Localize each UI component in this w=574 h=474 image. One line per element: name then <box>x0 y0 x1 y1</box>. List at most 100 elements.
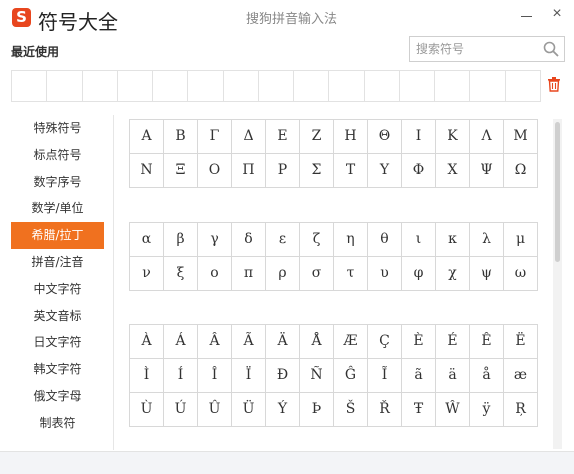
symbol-cell[interactable]: τ <box>334 257 368 291</box>
symbol-cell[interactable]: Π <box>232 154 266 188</box>
symbol-cell[interactable]: Δ <box>232 120 266 154</box>
recent-symbol-slot[interactable] <box>188 71 224 101</box>
symbol-cell[interactable]: Ψ <box>470 154 504 188</box>
symbol-cell[interactable]: Ĩ <box>368 359 402 393</box>
symbol-cell[interactable]: Î <box>198 359 232 393</box>
recent-symbol-slot[interactable] <box>294 71 330 101</box>
symbol-cell[interactable]: æ <box>504 359 538 393</box>
symbol-cell[interactable]: χ <box>436 257 470 291</box>
symbol-cell[interactable]: Ì <box>130 359 164 393</box>
recent-symbol-slot[interactable] <box>329 71 365 101</box>
recent-symbol-slot[interactable] <box>400 71 436 101</box>
recent-symbol-slot[interactable] <box>506 71 540 101</box>
symbol-cell[interactable]: ρ <box>266 257 300 291</box>
search-input[interactable] <box>410 37 535 61</box>
symbol-cell[interactable]: Ç <box>368 325 402 359</box>
symbol-cell[interactable]: Ξ <box>164 154 198 188</box>
sidebar-item-0[interactable]: 特殊符号 <box>11 115 104 142</box>
symbol-cell[interactable]: λ <box>470 223 504 257</box>
symbol-cell[interactable]: φ <box>402 257 436 291</box>
sidebar-item-10[interactable]: 俄文字母 <box>11 383 104 410</box>
symbol-cell[interactable]: Í <box>164 359 198 393</box>
symbol-cell[interactable]: Γ <box>198 120 232 154</box>
symbol-cell[interactable]: η <box>334 223 368 257</box>
symbol-cell[interactable]: Ñ <box>300 359 334 393</box>
symbol-cell[interactable]: Χ <box>436 154 470 188</box>
symbol-cell[interactable]: É <box>436 325 470 359</box>
sidebar-item-2[interactable]: 数字序号 <box>11 169 104 196</box>
symbol-cell[interactable]: Υ <box>368 154 402 188</box>
symbol-cell[interactable]: Ê <box>470 325 504 359</box>
symbol-cell[interactable]: Θ <box>368 120 402 154</box>
sidebar-item-8[interactable]: 日文字符 <box>11 329 104 356</box>
symbol-cell[interactable]: Ο <box>198 154 232 188</box>
symbol-cell[interactable]: Ř <box>368 393 402 427</box>
symbol-cell[interactable]: ε <box>266 223 300 257</box>
recent-symbol-slot[interactable] <box>435 71 471 101</box>
recent-symbol-slot[interactable] <box>470 71 506 101</box>
symbol-cell[interactable]: ä <box>436 359 470 393</box>
symbol-cell[interactable]: δ <box>232 223 266 257</box>
symbol-cell[interactable]: ν <box>130 257 164 291</box>
symbol-cell[interactable]: ζ <box>300 223 334 257</box>
symbol-cell[interactable]: Β <box>164 120 198 154</box>
sidebar-item-9[interactable]: 韩文字符 <box>11 356 104 383</box>
symbol-cell[interactable]: Η <box>334 120 368 154</box>
minimize-button[interactable] <box>518 6 536 24</box>
recent-symbol-slot[interactable] <box>224 71 259 101</box>
recent-symbol-slot[interactable] <box>118 71 154 101</box>
symbol-cell[interactable]: Λ <box>470 120 504 154</box>
recent-symbol-slot[interactable] <box>153 71 189 101</box>
symbol-cell[interactable]: Σ <box>300 154 334 188</box>
symbol-cell[interactable]: κ <box>436 223 470 257</box>
symbol-cell[interactable]: Τ <box>334 154 368 188</box>
symbol-cell[interactable]: Û <box>198 393 232 427</box>
close-button[interactable]: × <box>548 5 566 23</box>
symbol-cell[interactable]: È <box>402 325 436 359</box>
symbol-cell[interactable]: Â <box>198 325 232 359</box>
symbol-cell[interactable]: β <box>164 223 198 257</box>
symbol-cell[interactable]: Ü <box>232 393 266 427</box>
recent-symbol-slot[interactable] <box>259 71 295 101</box>
symbol-cell[interactable]: ÿ <box>470 393 504 427</box>
symbol-cell[interactable]: Ŧ <box>402 393 436 427</box>
symbol-cell[interactable]: α <box>130 223 164 257</box>
sidebar-item-11[interactable]: 制表符 <box>11 410 104 437</box>
symbol-cell[interactable]: Ã <box>232 325 266 359</box>
recent-symbol-slot[interactable] <box>12 71 48 101</box>
symbol-cell[interactable]: Ĝ <box>334 359 368 393</box>
symbol-cell[interactable]: Ŗ <box>504 393 538 427</box>
recent-symbol-slot[interactable] <box>47 71 83 101</box>
symbol-cell[interactable]: ι <box>402 223 436 257</box>
symbol-cell[interactable]: π <box>232 257 266 291</box>
sidebar-item-3[interactable]: 数学/单位 <box>11 195 104 222</box>
symbol-cell[interactable]: Þ <box>300 393 334 427</box>
symbol-cell[interactable]: Α <box>130 120 164 154</box>
sidebar-item-1[interactable]: 标点符号 <box>11 142 104 169</box>
symbol-cell[interactable]: θ <box>368 223 402 257</box>
symbol-cell[interactable]: Ŵ <box>436 393 470 427</box>
symbol-cell[interactable]: Ρ <box>266 154 300 188</box>
sidebar-item-4[interactable]: 希腊/拉丁 <box>11 222 104 249</box>
recent-symbol-slot[interactable] <box>83 71 118 101</box>
symbol-cell[interactable]: Φ <box>402 154 436 188</box>
symbol-cell[interactable]: Ζ <box>300 120 334 154</box>
sidebar-item-7[interactable]: 英文音标 <box>11 303 104 330</box>
symbol-cell[interactable]: ξ <box>164 257 198 291</box>
symbol-cell[interactable]: Ú <box>164 393 198 427</box>
symbol-cell[interactable]: Κ <box>436 120 470 154</box>
symbol-cell[interactable]: Μ <box>504 120 538 154</box>
symbol-cell[interactable]: Ý <box>266 393 300 427</box>
symbol-cell[interactable]: Ù <box>130 393 164 427</box>
trash-icon[interactable] <box>547 76 561 92</box>
symbol-cell[interactable]: ã <box>402 359 436 393</box>
symbol-cell[interactable]: μ <box>504 223 538 257</box>
symbol-cell[interactable]: Ë <box>504 325 538 359</box>
sidebar-item-6[interactable]: 中文字符 <box>11 276 104 303</box>
symbol-cell[interactable]: γ <box>198 223 232 257</box>
symbol-cell[interactable]: σ <box>300 257 334 291</box>
recent-symbol-slot[interactable] <box>365 71 400 101</box>
symbol-cell[interactable]: À <box>130 325 164 359</box>
symbol-cell[interactable]: Ω <box>504 154 538 188</box>
symbol-cell[interactable]: Ð <box>266 359 300 393</box>
